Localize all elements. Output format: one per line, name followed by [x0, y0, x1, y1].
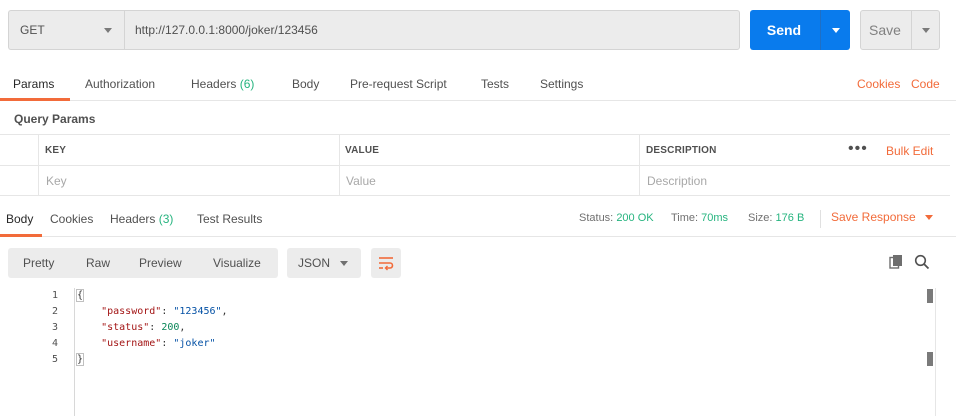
line-number: 1: [51, 290, 58, 301]
scrollbar-thumb[interactable]: [927, 289, 933, 303]
chevron-down-icon: [924, 215, 933, 221]
json-tail: ,: [179, 322, 186, 333]
column-header-key: KEY: [45, 145, 67, 156]
view-tab-pretty[interactable]: Pretty: [23, 248, 54, 278]
save-response-label: Save Response: [831, 210, 916, 224]
line-number: 5: [51, 354, 58, 365]
table-row: Key Value Description: [0, 166, 950, 197]
tab-response-cookies[interactable]: Cookies: [50, 202, 93, 237]
line-number: 4: [51, 338, 58, 349]
tab-tests[interactable]: Tests: [481, 66, 509, 101]
time-label: Time:: [671, 212, 699, 224]
send-options-button[interactable]: [820, 10, 850, 50]
divider: [820, 210, 821, 228]
status-label: Status:: [579, 212, 614, 224]
method-select[interactable]: GET: [8, 10, 124, 50]
status-indicator: Status: 200 OK: [579, 202, 654, 237]
description-input[interactable]: Description: [647, 166, 707, 196]
code-line: {: [75, 288, 85, 304]
time-indicator: Time: 70ms: [671, 202, 728, 237]
response-tabs: Body Cookies Headers (3) Test Results St…: [0, 202, 956, 237]
tab-authorization[interactable]: Authorization: [85, 66, 155, 101]
wrap-lines-icon: [379, 257, 394, 271]
column-header-value: VALUE: [345, 145, 380, 156]
editor-border: [935, 288, 936, 416]
cookies-link[interactable]: Cookies: [857, 66, 900, 101]
column-header-description: DESCRIPTION: [646, 145, 717, 156]
format-label: JSON: [298, 256, 331, 270]
view-tab-raw[interactable]: Raw: [86, 248, 110, 278]
chevron-down-icon: [831, 27, 840, 33]
line-number: 2: [51, 306, 58, 317]
code-area[interactable]: { "password": "123456", "status": 200, "…: [74, 288, 936, 416]
response-view-tabs: Pretty Raw Preview Visualize: [8, 248, 278, 278]
json-tail: ,: [221, 306, 228, 317]
code-line: "password": "123456",: [77, 304, 228, 320]
size-indicator: Size: 176 B: [748, 202, 804, 237]
tab-response-body[interactable]: Body: [6, 202, 33, 237]
request-bar: GET Send Save: [0, 0, 956, 62]
method-label: GET: [20, 23, 45, 37]
json-value: "123456": [173, 306, 222, 317]
key-input[interactable]: Key: [46, 166, 67, 196]
tab-body[interactable]: Body: [292, 66, 319, 101]
search-icon[interactable]: [914, 254, 930, 270]
chevron-down-icon: [340, 261, 348, 266]
save-options-button[interactable]: [911, 11, 940, 49]
chevron-down-icon: [104, 28, 112, 33]
headers-count: (6): [239, 77, 255, 91]
more-options-icon[interactable]: •••: [848, 135, 868, 166]
save-response-button[interactable]: Save Response: [831, 202, 933, 237]
tab-response-headers-label: Headers: [110, 212, 156, 226]
save-button[interactable]: Save: [860, 10, 940, 50]
wrap-lines-button[interactable]: [371, 248, 401, 278]
code-line: "status": 200,: [77, 320, 185, 336]
response-headers-count: (3): [158, 212, 174, 226]
json-separator: :: [149, 322, 162, 333]
tab-params[interactable]: Params: [13, 66, 54, 101]
url-input[interactable]: [124, 10, 740, 50]
save-label: Save: [869, 22, 901, 38]
json-separator: :: [161, 338, 174, 349]
format-select[interactable]: JSON: [287, 248, 361, 278]
scrollbar-marker: [927, 352, 933, 366]
tab-settings[interactable]: Settings: [540, 66, 583, 101]
size-value[interactable]: 176 B: [776, 212, 805, 224]
code-line: "username": "joker": [77, 336, 216, 352]
code-link[interactable]: Code: [911, 66, 940, 101]
response-body-editor[interactable]: 1 2 3 4 5 { "password": "123456", "statu…: [0, 288, 936, 416]
table-header-row: KEY VALUE DESCRIPTION ••• Bulk Edit: [0, 135, 950, 166]
json-value: "joker": [173, 338, 216, 349]
time-value[interactable]: 70ms: [701, 212, 728, 224]
tab-response-headers[interactable]: Headers (3): [110, 202, 173, 237]
active-tab-indicator: [0, 234, 42, 237]
json-key: "username": [101, 338, 162, 349]
close-brace: }: [75, 353, 85, 366]
open-brace: {: [75, 289, 85, 302]
status-value[interactable]: 200 OK: [616, 212, 653, 224]
chevron-down-icon: [922, 27, 930, 33]
line-number: 3: [51, 322, 58, 333]
tab-headers-label: Headers: [191, 77, 237, 91]
send-button[interactable]: Send: [750, 10, 850, 50]
send-label: Send: [766, 22, 802, 38]
json-key: "status": [101, 322, 150, 333]
active-tab-indicator: [0, 98, 70, 101]
tab-headers[interactable]: Headers (6): [191, 66, 254, 101]
size-label: Size:: [748, 212, 773, 224]
query-params-title: Query Params: [14, 112, 96, 126]
json-key: "password": [101, 306, 162, 317]
view-tab-visualize[interactable]: Visualize: [213, 248, 261, 278]
code-line: }: [75, 352, 85, 368]
request-tabs: Params Authorization Headers (6) Body Pr…: [0, 66, 956, 101]
tab-test-results[interactable]: Test Results: [197, 202, 262, 237]
json-value: 200: [161, 322, 180, 333]
tab-pre-request-script[interactable]: Pre-request Script: [350, 66, 447, 101]
params-table: KEY VALUE DESCRIPTION ••• Bulk Edit Key …: [0, 134, 950, 196]
view-tab-preview[interactable]: Preview: [139, 248, 182, 278]
json-separator: :: [161, 306, 174, 317]
bulk-edit-link[interactable]: Bulk Edit: [886, 135, 933, 166]
value-input[interactable]: Value: [346, 166, 376, 196]
copy-icon[interactable]: [888, 254, 904, 270]
